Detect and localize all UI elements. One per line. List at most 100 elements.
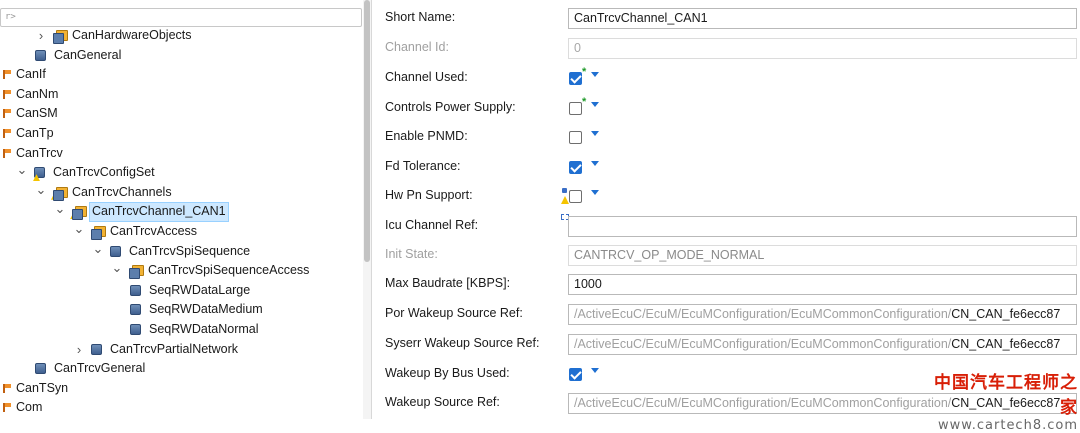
tree-item[interactable]: › CanHardwareObjects — [0, 26, 362, 46]
tree-item[interactable]: ⌄ CanTrcvAccess — [0, 222, 362, 242]
ref-path: /ActiveEcuC/EcuM/EcuMConfiguration/EcuMC… — [574, 396, 952, 410]
tree-item-label: CanTSyn — [16, 380, 69, 395]
chevron-down-icon[interactable]: ⌄ — [35, 183, 47, 203]
tree-item-label: CanTrcv — [16, 145, 63, 160]
tree-item[interactable]: ⌄ CanTrcvConfigSet — [0, 163, 362, 183]
max-baudrate-input[interactable]: 1000 — [568, 274, 1077, 295]
tree-item[interactable]: CanTSyn — [0, 379, 362, 399]
channel-id-input: 0 — [568, 38, 1077, 59]
module-icon — [130, 323, 141, 335]
tree-item[interactable]: CanTrcvGeneral — [0, 359, 362, 379]
tree-item-label: CanHardwareObjects — [72, 28, 192, 42]
module-icon — [110, 245, 121, 257]
ref-target: CN_CAN_fe6ecc87 — [951, 307, 1061, 321]
tree-item[interactable]: ⌄ CanTrcvSpiSequenceAccess — [0, 261, 362, 281]
tree-filter-field[interactable]: r> — [0, 8, 362, 27]
enable-pnmd-checkbox[interactable] — [569, 131, 582, 144]
init-state-input: CANTRCV_OP_MODE_NORMAL — [568, 245, 1077, 266]
tree-item[interactable]: ⌄ CanTrcvChannel_CAN1 — [0, 202, 362, 222]
tree-item-label: CanTrcvAccess — [110, 223, 198, 238]
wakeup-source-ref-input[interactable]: /ActiveEcuC/EcuM/EcuMConfiguration/EcuMC… — [568, 393, 1077, 414]
channel-used-checkbox[interactable] — [569, 72, 582, 85]
tree-item[interactable]: ⌄ CanTrcvChannels — [0, 183, 362, 203]
row-enable-pnmd: Enable PNMD: — [373, 122, 1080, 152]
tree-item-label: SeqRWDataLarge — [149, 282, 251, 297]
chevron-down-icon[interactable]: ⌄ — [16, 163, 28, 183]
folder-box-warning-icon — [51, 186, 68, 201]
short-name-input[interactable]: CanTrcvChannel_CAN1 — [568, 8, 1077, 29]
tree-item[interactable]: CanSM — [0, 104, 362, 124]
wakeup-by-bus-used-dropdown-icon[interactable] — [591, 368, 599, 373]
tree-item[interactable]: SeqRWDataMedium — [0, 300, 362, 320]
init-state-label: Init State: — [385, 247, 438, 261]
tree-scrollbar-thumb[interactable] — [364, 0, 370, 262]
enable-pnmd-dropdown-icon[interactable] — [591, 131, 599, 136]
enable-pnmd-label: Enable PNMD: — [385, 129, 468, 143]
chevron-down-icon[interactable]: ⌄ — [73, 222, 85, 242]
module-warning-icon — [33, 167, 45, 182]
chevron-down-icon[interactable]: ⌄ — [54, 202, 66, 222]
tree-item[interactable]: SeqRWDataNormal — [0, 320, 362, 340]
module-icon — [130, 304, 141, 316]
folder-box-warning-icon — [70, 206, 87, 221]
tree-item-label: SeqRWDataMedium — [149, 302, 263, 317]
tree-item-label: SeqRWDataNormal — [149, 321, 259, 336]
ref-path: /ActiveEcuC/EcuM/EcuMConfiguration/EcuMC… — [574, 337, 952, 351]
tree-item[interactable]: CanIf — [0, 65, 362, 85]
syserr-wakeup-source-ref-input[interactable]: /ActiveEcuC/EcuM/EcuMConfiguration/EcuMC… — [568, 334, 1077, 355]
hw-pn-support-label: Hw Pn Support: — [385, 188, 473, 202]
max-baudrate-label: Max Baudrate [KBPS]: — [385, 276, 511, 290]
tree-item-label: CanTrcvChannels — [72, 184, 172, 199]
fd-tolerance-label: Fd Tolerance: — [385, 159, 461, 173]
tree-scrollbar[interactable] — [363, 0, 371, 419]
chevron-down-icon[interactable]: ⌄ — [92, 242, 104, 262]
module-icon — [35, 49, 46, 61]
controls-power-supply-checkbox[interactable] — [569, 102, 582, 115]
controls-power-supply-dropdown-icon[interactable] — [591, 102, 599, 107]
tree-item-label: CanTrcvGeneral — [54, 361, 146, 376]
tree-item[interactable]: SeqRWDataLarge — [0, 281, 362, 301]
module-icon — [130, 284, 141, 296]
changed-star-icon: * — [582, 66, 587, 78]
row-channel-id: Channel Id: 0 — [373, 33, 1080, 63]
channel-used-label: Channel Used: — [385, 70, 468, 84]
chevron-down-icon[interactable]: ⌄ — [111, 261, 123, 281]
hw-pn-support-checkbox[interactable] — [569, 190, 582, 203]
warning-icon — [561, 188, 569, 204]
wakeup-by-bus-used-checkbox[interactable] — [569, 368, 582, 381]
row-short-name: Short Name: CanTrcvChannel_CAN1 — [373, 3, 1080, 33]
chevron-right-icon[interactable]: › — [35, 26, 47, 46]
por-wakeup-source-ref-input[interactable]: /ActiveEcuC/EcuM/EcuMConfiguration/EcuMC… — [568, 304, 1077, 325]
row-wakeup-by-bus-used: Wakeup By Bus Used: — [373, 359, 1080, 389]
properties-form: Short Name: CanTrcvChannel_CAN1 Channel … — [373, 0, 1080, 419]
icu-channel-ref-label: Icu Channel Ref: — [385, 218, 479, 232]
row-fd-tolerance: Fd Tolerance: — [373, 152, 1080, 182]
tree-item[interactable]: ⌄ CanTrcvSpiSequence — [0, 242, 362, 262]
tree-item-label: CanNm — [16, 86, 59, 101]
tree-item-label: CanTrcvPartialNetwork — [110, 341, 239, 356]
fd-tolerance-checkbox[interactable] — [569, 161, 582, 174]
changed-star-icon: * — [582, 96, 587, 108]
row-max-baudrate: Max Baudrate [KBPS]: 1000 — [373, 269, 1080, 299]
tree-item[interactable]: CanGeneral — [0, 46, 362, 66]
folder-box-icon — [129, 265, 144, 280]
row-init-state: Init State: CANTRCV_OP_MODE_NORMAL — [373, 240, 1080, 270]
channel-used-dropdown-icon[interactable] — [591, 72, 599, 77]
tree-item[interactable]: CanTrcv — [0, 144, 362, 164]
tree-item[interactable]: › CanTrcvPartialNetwork — [0, 340, 362, 360]
fd-tolerance-dropdown-icon[interactable] — [591, 161, 599, 166]
folder-box-icon — [91, 225, 106, 240]
icu-channel-ref-input[interactable] — [568, 216, 1077, 237]
tree-item-label: CanTrcvSpiSequenceAccess — [148, 263, 310, 278]
chevron-right-icon[interactable]: › — [73, 340, 85, 360]
tree-item[interactable]: Com — [0, 398, 362, 418]
tree-item-label: CanSM — [16, 106, 58, 121]
tree-item-label: CanTrcvSpiSequence — [129, 243, 251, 258]
hw-pn-support-dropdown-icon[interactable] — [591, 190, 599, 195]
watermark-url: www.cartech8.com — [938, 418, 1078, 433]
tree-item[interactable]: CanNm — [0, 85, 362, 105]
tree-item[interactable]: CanTp — [0, 124, 362, 144]
wakeup-by-bus-used-label: Wakeup By Bus Used: — [385, 366, 510, 380]
row-syserr-wakeup-source-ref: Syserr Wakeup Source Ref: /ActiveEcuC/Ec… — [373, 329, 1080, 359]
tree-item-label: CanTp — [16, 125, 54, 140]
